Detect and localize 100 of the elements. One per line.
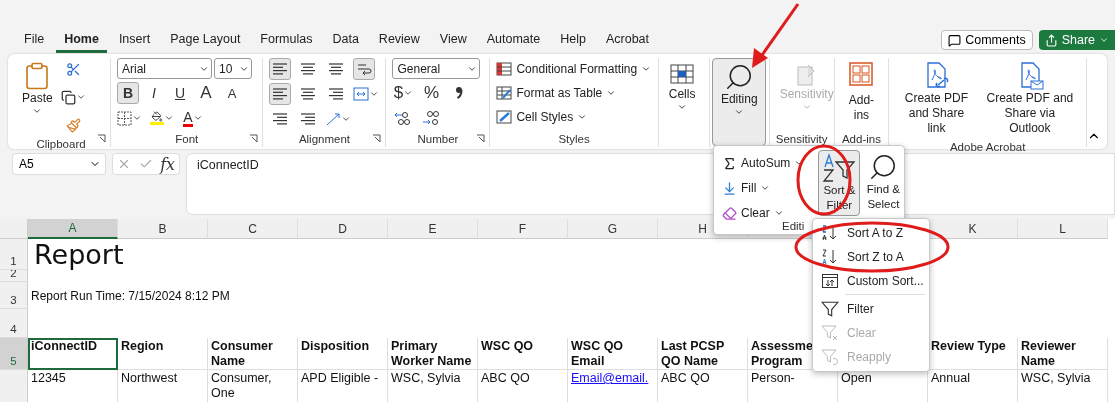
borders-icon — [117, 110, 133, 126]
ribbon-tab[interactable]: Insert — [110, 27, 159, 53]
font-family-select[interactable]: Arial — [117, 58, 213, 79]
ribbon-tab[interactable]: Automate — [478, 27, 549, 53]
menu-item[interactable]: Sort A to Z — [813, 221, 929, 245]
group-label: Sensitivity — [775, 132, 828, 147]
styles-menu-button[interactable]: Format as Table — [496, 82, 652, 104]
column-header[interactable]: F — [478, 219, 568, 239]
add-ins-button[interactable]: Add-ins — [840, 58, 883, 131]
caret-icon — [773, 208, 784, 218]
editing-big-button[interactable]: Find & Select — [862, 150, 905, 216]
table-cell[interactable]: Consumer, One — [208, 370, 298, 402]
column-heading-cell[interactable]: Disposition — [298, 338, 388, 370]
font-size-select[interactable]: 10 — [214, 58, 253, 79]
share-icon — [1044, 33, 1058, 47]
grow-font-button[interactable]: A — [195, 82, 218, 104]
ribbon-tab[interactable]: View — [431, 27, 475, 53]
share-button[interactable]: Share — [1038, 30, 1115, 50]
email-link[interactable]: Email@email. — [571, 371, 649, 385]
column-heading-cell[interactable]: WSC QO — [478, 338, 568, 370]
caret-icon — [801, 102, 812, 112]
ribbon-tab[interactable]: Help — [552, 27, 594, 53]
column-header[interactable]: L — [1018, 219, 1108, 239]
caret-icon — [341, 114, 352, 124]
custom-sort-icon — [821, 271, 839, 290]
editing-button[interactable]: Editing — [712, 58, 767, 146]
percent-button[interactable]: % — [420, 82, 443, 104]
caret-icon — [677, 102, 688, 112]
table-cell[interactable]: APD Eligible - — [298, 370, 388, 402]
caret-icon — [75, 92, 86, 102]
column-header[interactable]: G — [568, 219, 658, 239]
table-cell[interactable]: WSC, Sylvia — [388, 370, 478, 402]
number-format-select[interactable]: General — [392, 58, 481, 79]
dialog-launcher-icon[interactable] — [372, 134, 382, 143]
table-cell[interactable]: WSC, Sylvia — [1018, 370, 1108, 402]
column-header[interactable]: D — [298, 219, 388, 239]
underline-button[interactable]: U — [169, 82, 192, 104]
ribbon-tab[interactable]: Page Layout — [162, 27, 249, 53]
menu-item[interactable]: Filter — [813, 297, 929, 322]
row-header[interactable]: 5 — [0, 338, 28, 370]
table-cell[interactable]: 12345 — [28, 370, 118, 402]
row-header[interactable]: 4 — [0, 309, 28, 338]
italic-button[interactable]: I — [143, 82, 166, 104]
column-header[interactable]: K — [928, 219, 1018, 239]
dialog-launcher-icon[interactable] — [476, 134, 486, 143]
ribbon-tab[interactable]: Review — [370, 27, 428, 53]
styles-menu-button[interactable]: Cell Styles — [496, 106, 652, 128]
dialog-launcher-icon[interactable] — [97, 134, 107, 143]
currency-button[interactable]: $ — [392, 82, 415, 104]
column-heading-cell[interactable]: Region — [118, 338, 208, 370]
paste-button[interactable]: Paste — [18, 58, 57, 136]
create-pdf-button[interactable]: Create PDF and Share link — [895, 58, 978, 139]
column-heading-cell[interactable]: WSC QO Email — [568, 338, 658, 370]
ribbon-tab[interactable]: Acrobat — [597, 27, 658, 53]
column-heading-cell[interactable]: iConnectID — [28, 338, 118, 370]
styles-menu-button[interactable]: Conditional Formatting — [496, 58, 652, 80]
column-heading-cell[interactable]: Primary Worker Name — [388, 338, 478, 370]
table-cell[interactable]: Email@email. — [568, 370, 658, 402]
menu-item[interactable]: Custom Sort... — [813, 268, 929, 293]
caret-icon — [192, 113, 203, 123]
cells-button[interactable]: Cells — [664, 58, 700, 131]
table-format-icon — [496, 86, 513, 100]
cells-grid-icon — [669, 61, 696, 87]
wrap-text-button[interactable] — [353, 58, 376, 80]
ribbon-tab[interactable]: Data — [324, 27, 367, 53]
name-box[interactable]: A5 — [12, 153, 106, 175]
dialog-launcher-icon[interactable] — [249, 134, 259, 143]
table-cell[interactable]: ABC QO — [658, 370, 748, 402]
sort-descending-icon — [821, 247, 839, 266]
column-header[interactable]: C — [208, 219, 298, 239]
function-icon[interactable]: fx — [160, 154, 176, 174]
sort-ascending-icon — [821, 223, 839, 242]
conditional-format-icon — [496, 62, 513, 76]
ribbon-tab[interactable]: File — [16, 27, 53, 53]
caret-icon — [164, 113, 175, 123]
caret-icon — [606, 88, 617, 98]
editing-command[interactable]: AutoSum — [722, 152, 805, 174]
column-heading-cell[interactable]: Reviewer Name — [1018, 338, 1108, 370]
menu-item[interactable]: Sort Z to A — [813, 244, 929, 269]
column-heading-cell[interactable]: Consumer Name — [208, 338, 298, 370]
column-heading-cell[interactable]: Last PCSP QO Name — [658, 338, 748, 370]
group-label: Add-ins — [841, 132, 881, 147]
cell-styles-icon — [496, 110, 513, 124]
ribbon-tab[interactable]: Formulas — [252, 27, 321, 53]
column-header[interactable]: A — [28, 219, 118, 239]
table-cell[interactable]: Annual — [928, 370, 1018, 402]
row-header[interactable]: 3 — [0, 282, 28, 309]
bold-button[interactable]: B — [117, 82, 140, 104]
group-label: Clipboard — [36, 137, 86, 152]
row-header[interactable]: 1 — [0, 239, 28, 270]
editing-command[interactable]: Fill — [722, 177, 805, 199]
shrink-font-button[interactable]: A — [221, 82, 244, 104]
comments-button[interactable]: Comments — [941, 30, 1033, 50]
table-cell[interactable]: ABC QO — [478, 370, 568, 402]
create-pdf-button[interactable]: Create PDF and Share via Outlook — [979, 58, 1081, 139]
column-header[interactable]: B — [118, 219, 208, 239]
font-color-button[interactable]: A — [182, 107, 205, 129]
column-header[interactable]: E — [388, 219, 478, 239]
annotation-arrow — [752, 3, 800, 68]
table-cell[interactable]: Northwest — [118, 370, 208, 402]
